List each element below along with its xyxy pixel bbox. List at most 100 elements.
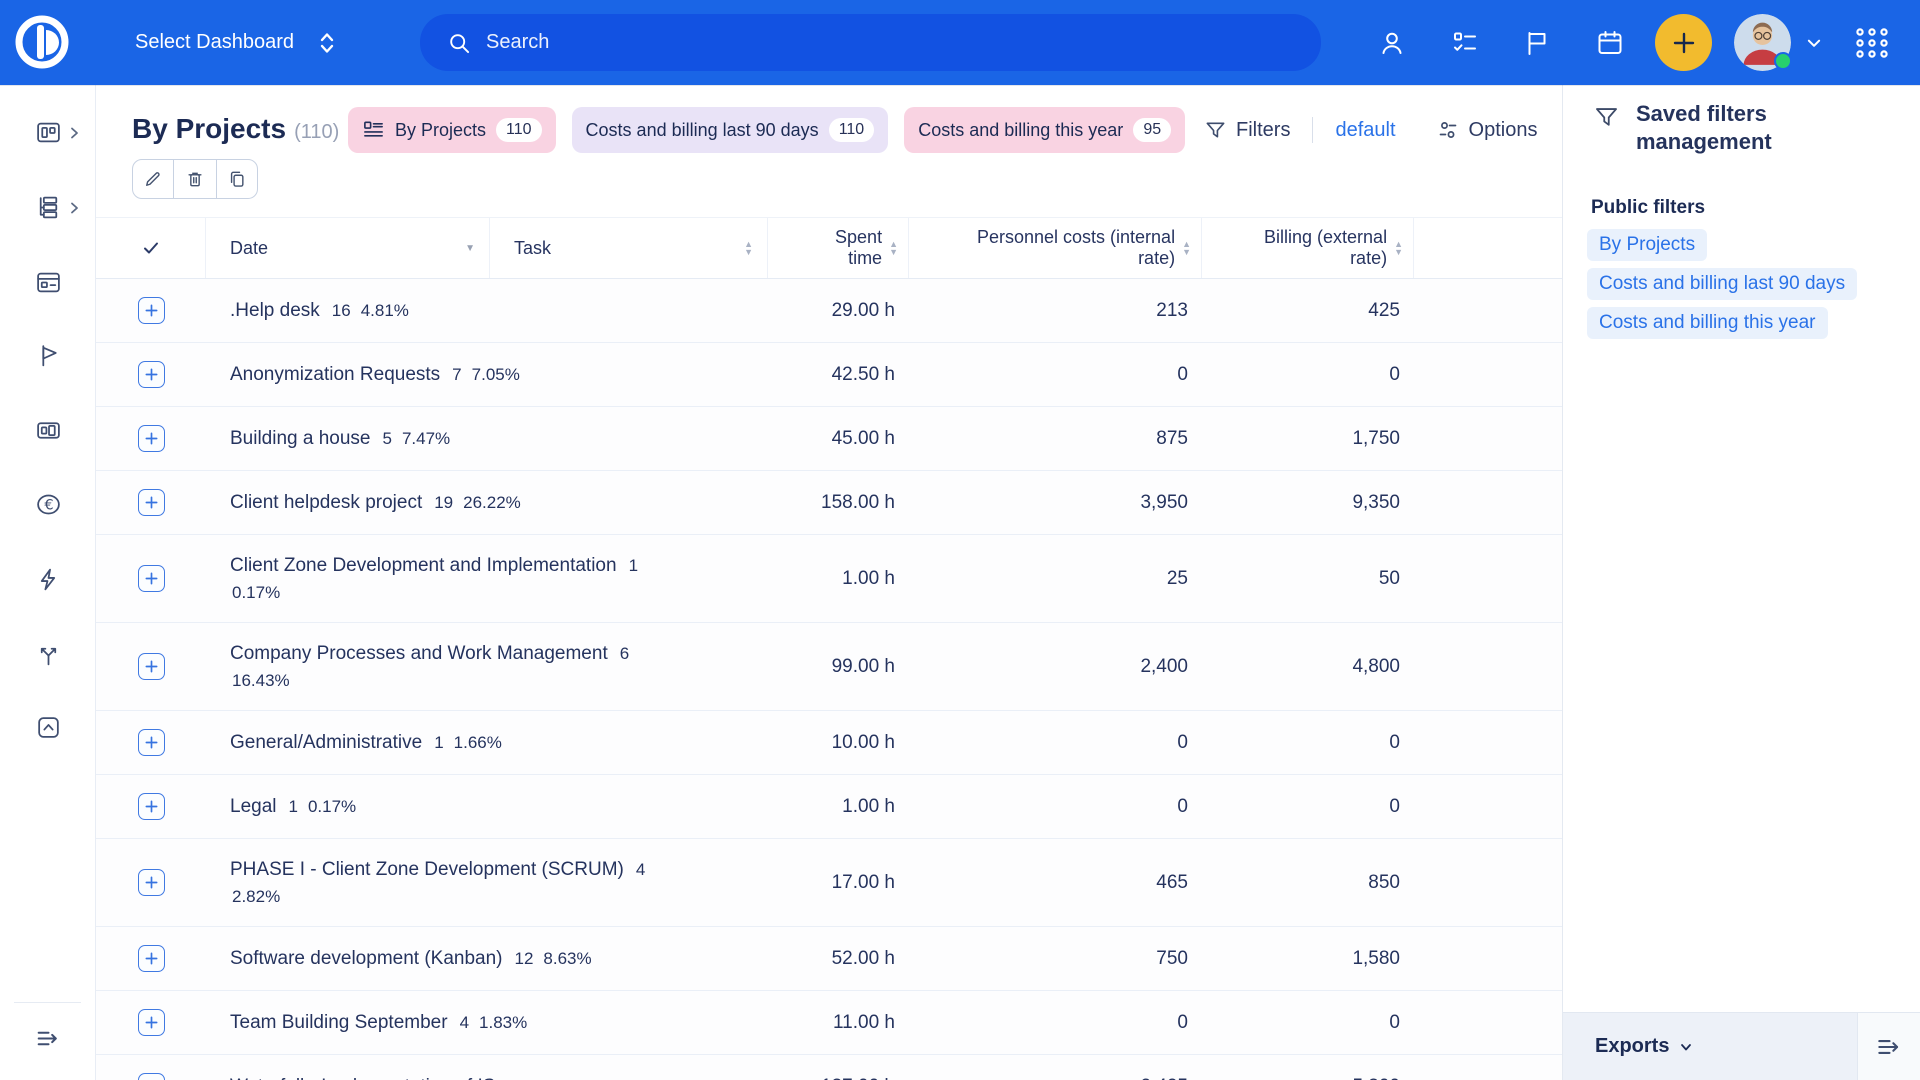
project-name-cell: Legal10.17%	[206, 793, 768, 820]
search-bar	[420, 14, 1321, 71]
sidebar-item-milestones[interactable]	[0, 325, 96, 385]
delete-filter-button[interactable]	[174, 159, 216, 199]
collapse-panel-icon	[1874, 1033, 1904, 1061]
project-name: Client Zone Development and Implementati…	[230, 555, 617, 576]
table-row: Anonymization Requests77.05% 42.50 h 0 0	[96, 343, 1562, 407]
filters-button[interactable]: Filters	[1204, 119, 1290, 142]
search-icon	[446, 30, 472, 56]
sort-icon: ▲▼	[1182, 240, 1191, 256]
sidebar-item-cards[interactable]	[0, 252, 96, 312]
page-title: By Projects(110)	[132, 109, 339, 152]
sidebar-item-integrations[interactable]	[0, 624, 96, 684]
chip-label: Costs and billing this year	[918, 120, 1123, 141]
column-header-spent-time[interactable]: Spent time ▲▼	[768, 218, 909, 278]
list-icon	[362, 119, 385, 142]
options-button[interactable]: Options	[1436, 118, 1538, 142]
collapse-panel-button[interactable]	[1857, 1012, 1920, 1080]
personnel-costs-cell: 0	[909, 1012, 1202, 1034]
chip-costs-90-days[interactable]: Costs and billing last 90 days 110	[572, 107, 889, 153]
chevron-right-icon[interactable]	[68, 201, 80, 215]
project-name: PHASE I - Client Zone Development (SCRUM…	[230, 859, 624, 880]
sidebar-item-projects-tree[interactable]	[0, 177, 96, 237]
plus-icon	[144, 1015, 159, 1030]
expand-row-button[interactable]	[138, 565, 165, 592]
sidebar-item-archive[interactable]	[0, 697, 96, 757]
sidebar-divider	[14, 1002, 81, 1003]
project-name-cell: PHASE I - Client Zone Development (SCRUM…	[206, 856, 768, 910]
create-new-button[interactable]	[1655, 14, 1712, 71]
expand-row-button[interactable]	[138, 489, 165, 516]
column-label: Personnel costs (internal rate)	[943, 227, 1175, 269]
chip-by-projects[interactable]: By Projects 110	[348, 107, 556, 153]
checklist-icon[interactable]	[1449, 27, 1481, 59]
apps-grid-icon[interactable]	[1852, 23, 1892, 63]
avatar-chevron-down-icon[interactable]	[1800, 29, 1828, 57]
chip-label: By Projects	[395, 120, 486, 141]
task-count: 19	[434, 493, 453, 512]
filter-link-costs-90-days[interactable]: Costs and billing last 90 days	[1587, 268, 1857, 300]
default-filter-link[interactable]: default	[1335, 119, 1395, 142]
percent-share: 26.22%	[463, 493, 521, 512]
expand-sidebar-button[interactable]	[0, 1008, 96, 1068]
column-header-date[interactable]: Date ▼	[206, 218, 490, 278]
euro-icon: €	[35, 491, 62, 518]
plus-icon	[144, 571, 159, 586]
personnel-costs-cell: 2,400	[909, 656, 1202, 678]
filter-link-costs-this-year[interactable]: Costs and billing this year	[1587, 307, 1828, 339]
expand-row-button[interactable]	[138, 297, 165, 324]
expand-row-button[interactable]	[138, 793, 165, 820]
tree-icon	[35, 194, 62, 221]
sidebar-item-finance[interactable]: €	[0, 474, 96, 534]
column-header-billing[interactable]: Billing (external rate) ▲▼	[1202, 218, 1414, 278]
table-row: Team Building September41.83% 11.00 h 0 …	[96, 991, 1562, 1055]
sidebar-item-modules[interactable]	[0, 400, 96, 460]
expand-row-button[interactable]	[138, 729, 165, 756]
search-input[interactable]	[486, 31, 1186, 54]
task-count: 1	[434, 733, 443, 752]
column-header-personnel-costs[interactable]: Personnel costs (internal rate) ▲▼	[909, 218, 1202, 278]
table-row: Client Zone Development and Implementati…	[96, 535, 1562, 623]
exports-button[interactable]: Exports	[1595, 1035, 1694, 1058]
table-row: .Help desk164.81% 29.00 h 213 425	[96, 279, 1562, 343]
billing-cell: 4,800	[1202, 656, 1414, 678]
dashboard-selector-label: Select Dashboard	[135, 31, 294, 54]
panel-title: Saved filters management	[1636, 100, 1826, 156]
select-all-header[interactable]	[96, 218, 206, 278]
user-icon[interactable]	[1376, 27, 1408, 59]
project-name-cell: Client Zone Development and Implementati…	[206, 552, 768, 606]
sidebar-item-actions[interactable]	[0, 549, 96, 609]
personnel-costs-cell: 3,950	[909, 492, 1202, 514]
app-logo[interactable]	[12, 12, 72, 72]
flag-icon[interactable]	[1521, 27, 1553, 59]
chip-costs-this-year[interactable]: Costs and billing this year 95	[904, 107, 1185, 153]
chevron-right-icon[interactable]	[68, 126, 80, 140]
expand-row-button[interactable]	[138, 869, 165, 896]
column-header-task[interactable]: Task ▲▼	[490, 218, 768, 278]
modules-icon	[35, 417, 62, 444]
filter-link-by-projects[interactable]: By Projects	[1587, 229, 1707, 261]
percent-share: 2.82%	[232, 883, 768, 910]
expand-row-button[interactable]	[138, 653, 165, 680]
topbar: Select Dashboard	[0, 0, 1920, 85]
column-header-actions	[1414, 218, 1562, 278]
project-name: Company Processes and Work Management	[230, 643, 608, 664]
sidebar-item-dashboard[interactable]	[0, 102, 96, 162]
expand-row-button[interactable]	[138, 945, 165, 972]
expand-row-button[interactable]	[138, 361, 165, 388]
expand-row-button[interactable]	[138, 1009, 165, 1036]
edit-filter-button[interactable]	[132, 159, 174, 199]
column-label: Task	[514, 238, 551, 259]
row-select-cell	[96, 1073, 206, 1080]
calendar-icon[interactable]	[1594, 27, 1626, 59]
project-name: Waterfall - Implementation of IS	[230, 1076, 495, 1080]
duplicate-filter-button[interactable]	[216, 159, 258, 199]
billing-cell: 0	[1202, 796, 1414, 818]
percent-share: 0.17%	[308, 797, 356, 816]
dashboard-selector[interactable]: Select Dashboard	[135, 0, 340, 85]
percent-share: 0.17%	[232, 579, 768, 606]
percent-share: 1.83%	[479, 1013, 527, 1032]
public-filters-heading: Public filters	[1591, 197, 1705, 219]
expand-row-button[interactable]	[138, 425, 165, 452]
expand-row-button[interactable]	[138, 1073, 165, 1080]
billing-cell: 0	[1202, 732, 1414, 754]
